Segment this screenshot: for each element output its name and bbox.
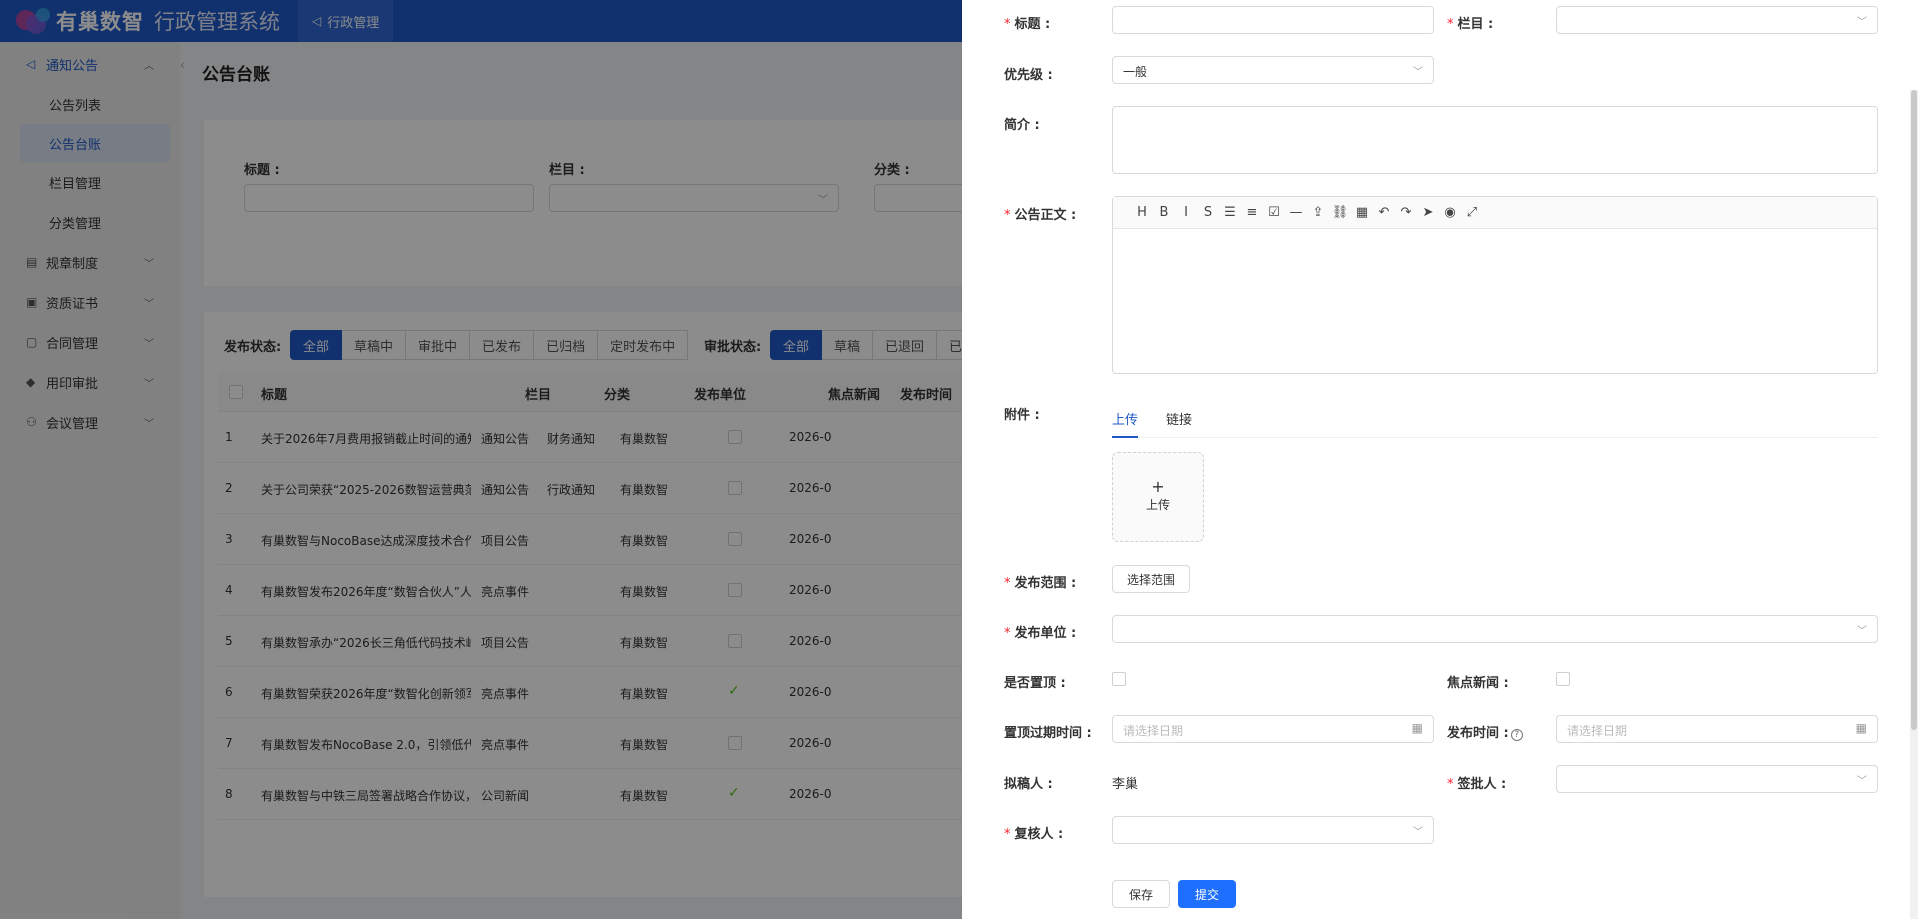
label-text: 发布单位 : — [1014, 626, 1077, 641]
heading-icon[interactable]: H — [1131, 205, 1153, 220]
editor-content-area[interactable] — [1113, 229, 1877, 373]
label-text: 发布时间 : — [1447, 726, 1509, 741]
horizontal-rule-icon[interactable]: — — [1285, 205, 1307, 220]
fullscreen-icon[interactable]: ⤢ — [1461, 205, 1483, 220]
reviewer-select[interactable]: ﹀ — [1112, 816, 1434, 844]
help-icon[interactable]: ? — [1510, 729, 1523, 741]
label-text: 栏目 : — [1457, 17, 1494, 32]
priority-value: 一般 — [1123, 65, 1148, 79]
upload-icon[interactable]: ⇪ — [1307, 205, 1329, 220]
upload-dropzone[interactable]: + 上传 — [1112, 452, 1204, 542]
tab-upload[interactable]: 上传 — [1112, 409, 1139, 438]
ordered-list-icon[interactable]: ≡ — [1241, 205, 1263, 220]
undo-icon[interactable]: ↶ — [1373, 205, 1395, 220]
pinned-checkbox[interactable] — [1112, 672, 1126, 686]
link-icon[interactable]: ⛓ — [1329, 205, 1351, 220]
label-text: 签批人 : — [1457, 777, 1507, 792]
field-label-summary: 简介 : — [1004, 118, 1040, 133]
edit-drawer: * 标题 : * 栏目 : ﹀ 优先级 : 一般 ﹀ 简介 : * 公告正文 : HBI… — [962, 0, 1918, 919]
strikethrough-icon[interactable]: S — [1197, 205, 1219, 220]
drawer-scrollbar[interactable] — [1910, 90, 1918, 919]
chevron-down-icon: ﹀ — [1413, 827, 1423, 838]
field-label-column: * 栏目 : — [1447, 17, 1494, 32]
bullet-list-icon[interactable]: ☰ — [1219, 205, 1241, 220]
chevron-down-icon: ﹀ — [1857, 626, 1867, 637]
field-label-body: * 公告正文 : — [1004, 208, 1077, 223]
focus-news-checkbox[interactable] — [1556, 672, 1570, 686]
drafter-value: 李巢 — [1112, 777, 1139, 792]
rich-text-editor: H B I S ☰ ≡ ☑ — ⇪ ⛓ ▦ ↶ ↷ ➤ ◉ ⤢ — [1112, 196, 1878, 374]
field-label-reviewer: * 复核人 : — [1004, 827, 1064, 842]
drawer-overlay-mask[interactable] — [0, 0, 962, 919]
field-label-publish-time: 发布时间 :? — [1447, 722, 1523, 741]
field-label-scope: * 发布范围 : — [1004, 576, 1077, 591]
select-scope-button[interactable]: 选择范围 — [1112, 565, 1190, 593]
attachment-tabs: 上传 链接 — [1112, 404, 1878, 438]
italic-icon[interactable]: I — [1175, 205, 1197, 220]
field-label-drafter: 拟稿人 : — [1004, 777, 1053, 792]
submit-button[interactable]: 提交 — [1178, 880, 1236, 908]
checklist-icon[interactable]: ☑ — [1263, 205, 1285, 220]
calendar-icon: ▦ — [1411, 721, 1423, 735]
chevron-down-icon: ﹀ — [1413, 67, 1423, 78]
field-label-approver: * 签批人 : — [1447, 777, 1507, 792]
bold-icon[interactable]: B — [1153, 205, 1175, 220]
label-text: 公告正文 : — [1014, 208, 1077, 223]
upload-text: 上传 — [1145, 498, 1170, 512]
tab-link[interactable]: 链接 — [1166, 409, 1192, 428]
field-label-attachment: 附件 : — [1004, 408, 1040, 423]
publish-time-date-picker[interactable]: 请选择日期 ▦ — [1556, 715, 1878, 743]
label-text: 复核人 : — [1014, 827, 1064, 842]
editor-toolbar: H B I S ☰ ≡ ☑ — ⇪ ⛓ ▦ ↶ ↷ ➤ ◉ ⤢ — [1113, 197, 1877, 229]
field-label-pinned: 是否置顶 : — [1004, 676, 1066, 691]
field-label-unit: * 发布单位 : — [1004, 626, 1077, 641]
calendar-icon: ▦ — [1855, 721, 1867, 735]
field-label-pin-expire: 置顶过期时间 : — [1004, 726, 1092, 741]
plus-icon: + — [1151, 477, 1165, 496]
field-label-title: * 标题 : — [1004, 17, 1051, 32]
redo-icon[interactable]: ↷ — [1395, 205, 1417, 220]
send-icon[interactable]: ➤ — [1417, 205, 1439, 220]
summary-textarea[interactable] — [1112, 106, 1878, 174]
preview-icon[interactable]: ◉ — [1439, 205, 1461, 220]
pin-expire-date-picker[interactable]: 请选择日期 ▦ — [1112, 715, 1434, 743]
chevron-down-icon: ﹀ — [1857, 776, 1867, 787]
column-select[interactable]: ﹀ — [1556, 6, 1878, 34]
save-button[interactable]: 保存 — [1112, 880, 1170, 908]
field-label-priority: 优先级 : — [1004, 68, 1053, 83]
label-text: 标题 : — [1014, 17, 1051, 32]
label-text: 发布范围 : — [1014, 576, 1077, 591]
date-placeholder: 请选择日期 — [1567, 724, 1628, 738]
field-label-focus: 焦点新闻 : — [1447, 676, 1509, 691]
priority-select[interactable]: 一般 ﹀ — [1112, 56, 1434, 84]
approver-select[interactable]: ﹀ — [1556, 765, 1878, 793]
title-input[interactable] — [1112, 6, 1434, 34]
scrollbar-thumb[interactable] — [1911, 90, 1917, 730]
table-icon[interactable]: ▦ — [1351, 205, 1373, 220]
date-placeholder: 请选择日期 — [1123, 724, 1184, 738]
publish-unit-select[interactable]: ﹀ — [1112, 615, 1878, 643]
chevron-down-icon: ﹀ — [1857, 17, 1867, 28]
